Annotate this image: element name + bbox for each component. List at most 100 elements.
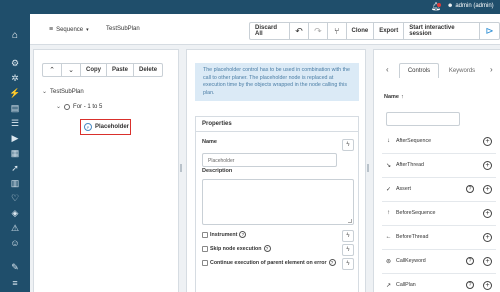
home-icon[interactable]: ⌂	[8, 30, 22, 41]
tab-next-icon[interactable]: ›	[490, 65, 493, 74]
play-icon[interactable]: ▶	[8, 133, 22, 144]
document-icon[interactable]: ▤	[8, 103, 22, 114]
splitter-handle[interactable]	[367, 164, 369, 172]
copy-button[interactable]: Copy	[81, 64, 107, 76]
start-session-button[interactable]: Start interactive session	[404, 23, 481, 39]
properties-panel: The placeholder control has to be used i…	[186, 49, 366, 292]
report-icon[interactable]: ▦	[8, 148, 22, 159]
placeholder-icon: P	[84, 123, 92, 131]
add-control-button[interactable]: +	[483, 208, 492, 218]
edit-icon[interactable]: ✎	[8, 262, 22, 273]
redo-icon[interactable]: ↷	[309, 23, 328, 39]
user-menu[interactable]: ☻ admin (admin)	[447, 3, 494, 9]
name-input[interactable]: Placeholder	[202, 153, 337, 167]
control-item[interactable]: ✓ Assert? +	[384, 184, 492, 194]
help-icon[interactable]: ?	[328, 259, 336, 266]
tag-icon[interactable]: ◈	[8, 208, 22, 219]
arrow-down-icon: ↓	[387, 138, 390, 144]
branch-icon[interactable]: ⑂	[328, 23, 347, 39]
play-circle-icon[interactable]: ⊳	[480, 23, 499, 39]
sequence-dropdown[interactable]: ≡ Sequence ▾	[49, 26, 89, 33]
tree-node-label: Placeholder	[95, 124, 130, 130]
paste-button[interactable]: Paste	[107, 64, 135, 76]
control-item[interactable]: ↘ AfterThread +	[384, 160, 492, 170]
add-control-button[interactable]: +	[483, 160, 492, 170]
sort-up-icon: ↑	[400, 94, 404, 100]
chart-icon[interactable]: ▥	[8, 178, 22, 189]
warning-icon[interactable]: ⚠	[8, 223, 22, 234]
control-item[interactable]: ↑ BeforeSequence +	[384, 208, 492, 218]
skip-checkbox[interactable]	[202, 245, 208, 252]
control-item[interactable]: ↓ AfterSequence +	[384, 136, 492, 146]
discard-all-button[interactable]: Discard All	[250, 23, 291, 39]
lightning-icon[interactable]: ϟ	[342, 258, 354, 270]
bolt-icon[interactable]: ⚡	[8, 88, 22, 99]
add-control-button[interactable]: +	[483, 184, 492, 194]
top-bar: 🔔︎ ☻ admin (admin)	[30, 0, 500, 14]
splitter-handle[interactable]	[180, 164, 182, 172]
control-label: BeforeThread	[396, 234, 429, 240]
lightning-icon[interactable]: ϟ	[342, 244, 354, 256]
tab-prev-icon[interactable]: ‹	[386, 65, 389, 74]
lightning-icon[interactable]: ϟ	[342, 139, 354, 151]
clone-button[interactable]: Clone	[347, 23, 375, 39]
chevron-down-icon: ▾	[86, 26, 89, 33]
menu-icon: ≡	[49, 26, 54, 33]
keyword-icon: ⊚	[385, 258, 392, 265]
control-label: AfterSequence	[396, 138, 432, 144]
instrument-checkbox[interactable]	[202, 231, 208, 238]
rocket-icon[interactable]: ➚	[8, 163, 22, 174]
delete-button[interactable]: Delete	[134, 64, 162, 76]
help-icon[interactable]: ?	[263, 245, 271, 252]
toolbar: ≡ Sequence ▾ TestSubPlan Discard All ↶ ↷…	[30, 14, 500, 45]
arrow-up-icon: ↑	[387, 210, 390, 216]
move-down-button[interactable]: ⌄	[62, 64, 81, 76]
tree-actions: ⌃ ⌄ Copy Paste Delete	[42, 63, 164, 77]
move-up-button[interactable]: ⌃	[43, 64, 62, 76]
tree-node-placeholder[interactable]: P Placeholder	[84, 123, 129, 131]
collapse-icon[interactable]: ⌄	[56, 103, 61, 110]
tree-node-for[interactable]: ⌄ For - 1 to 5	[56, 103, 102, 110]
skip-row: Skip node execution ?	[202, 245, 271, 252]
control-label: BeforeSequence	[396, 210, 436, 216]
tab-keywords[interactable]: Keywords	[442, 63, 482, 78]
collapse-icon[interactable]: ⌄	[42, 88, 47, 95]
control-label: AfterThread	[396, 162, 424, 168]
arrow-left-icon: ←	[385, 234, 392, 240]
help-icon[interactable]: ?	[466, 281, 474, 289]
properties-title: Properties	[202, 121, 232, 127]
control-item[interactable]: ⊚ CallKeyword? +	[384, 256, 492, 266]
add-control-button[interactable]: +	[483, 232, 492, 242]
lightning-icon[interactable]: ϟ	[342, 230, 354, 242]
gear-icon[interactable]: ⚙	[8, 58, 22, 69]
check-icon: ✓	[385, 186, 392, 193]
add-control-button[interactable]: +	[483, 136, 492, 146]
menu-icon[interactable]: ≡	[8, 278, 22, 289]
control-item[interactable]: ↗ CallPlan? +	[384, 280, 492, 290]
help-icon[interactable]: ?	[466, 185, 474, 193]
tab-controls[interactable]: Controls	[399, 63, 439, 78]
settings-icon[interactable]: ✲	[8, 73, 22, 84]
help-icon[interactable]: ?	[466, 257, 474, 265]
add-control-button[interactable]: +	[483, 280, 492, 290]
help-icon[interactable]: ?	[239, 231, 247, 238]
controls-search-input[interactable]	[386, 112, 460, 126]
tree-node-root[interactable]: ⌄ TestSubPlan	[42, 88, 84, 96]
control-item[interactable]: ← BeforeThread +	[384, 232, 492, 242]
name-sort-header[interactable]: Name ↑	[384, 94, 404, 100]
arrow-down-right-icon: ↘	[385, 162, 392, 169]
list-icon[interactable]: ☰	[8, 118, 22, 129]
description-textarea[interactable]	[202, 179, 354, 225]
heart-icon[interactable]: ♡	[8, 193, 22, 204]
resize-grip-icon[interactable]	[348, 219, 352, 223]
divider	[382, 273, 496, 274]
plan-name: TestSubPlan	[106, 26, 140, 32]
export-button[interactable]: Export	[374, 23, 405, 39]
sequence-label: Sequence	[56, 26, 84, 33]
user-icon[interactable]: ☺	[8, 238, 22, 249]
add-control-button[interactable]: +	[483, 256, 492, 266]
undo-icon[interactable]: ↶	[290, 23, 309, 39]
continue-checkbox[interactable]	[202, 259, 208, 266]
tree-node-label: For - 1 to 5	[73, 103, 103, 110]
divider	[382, 225, 496, 226]
